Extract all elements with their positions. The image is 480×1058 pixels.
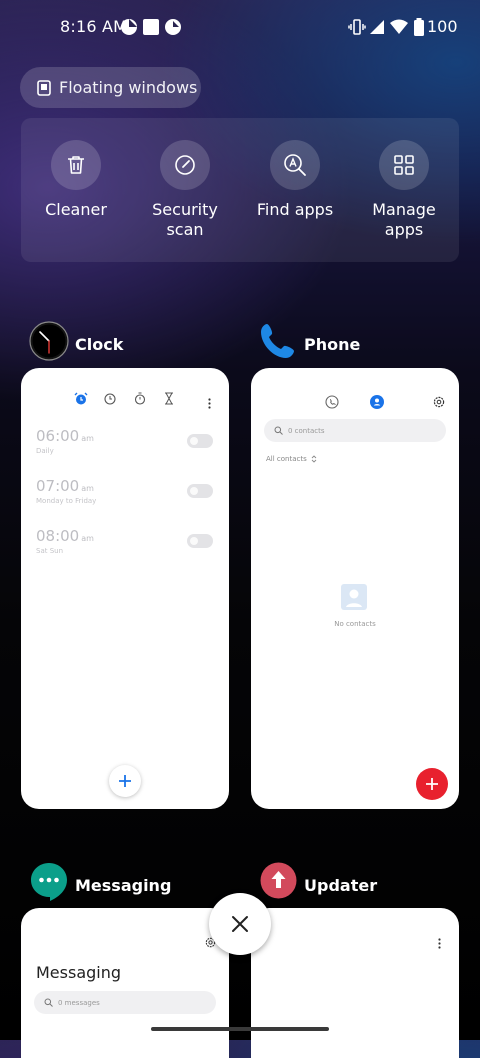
updater-app-card[interactable] (251, 908, 459, 1058)
find-apps-label: Find apps (256, 200, 334, 219)
app-notification-icon (121, 19, 137, 35)
security-scan-circle (160, 140, 210, 190)
more-options-icon[interactable] (208, 398, 211, 409)
search-icon (274, 426, 283, 435)
alarm-item[interactable]: 08:00 am Sat Sun (36, 527, 94, 555)
alarm-ampm: am (81, 534, 94, 543)
security-scan-label: Security scan (152, 200, 218, 239)
alarm-toggle[interactable] (187, 434, 213, 448)
messaging-title: Messaging (36, 963, 122, 982)
alarm-repeat: Sat Sun (36, 547, 64, 555)
contacts-search-input[interactable]: 0 contacts (264, 419, 446, 442)
alarm-time: 07:00 (36, 477, 80, 495)
grid-icon (394, 155, 414, 175)
find-apps-button[interactable]: Find apps (240, 140, 350, 220)
alarm-repeat: Daily (36, 447, 54, 455)
floating-window-icon (37, 79, 51, 96)
cleaner-button[interactable]: Cleaner (21, 140, 131, 220)
floating-windows-label: Floating windows (59, 78, 198, 97)
messages-search-placeholder: 0 messages (58, 998, 100, 1007)
manage-apps-circle (379, 140, 429, 190)
close-icon (232, 916, 248, 932)
alarm-time: 08:00 (36, 527, 80, 545)
vibrate-icon (348, 19, 366, 35)
empty-contacts-text: No contacts (334, 620, 376, 628)
plus-icon (119, 775, 131, 787)
updater-app-icon[interactable] (260, 862, 297, 899)
manage-apps-label: Manage apps (372, 200, 436, 239)
messaging-app-name: Messaging (75, 876, 172, 895)
battery-level: 100 (427, 17, 458, 36)
recents-tab-icon[interactable] (325, 395, 339, 409)
signal-icon (370, 20, 384, 34)
floating-windows-button[interactable]: Floating windows (20, 67, 201, 108)
alarm-item[interactable]: 06:00 am Daily (36, 427, 94, 455)
app-notification-icon-2 (165, 19, 181, 35)
alarm-ampm: am (81, 484, 94, 493)
add-contact-button[interactable] (416, 768, 448, 800)
cleaner-circle (51, 140, 101, 190)
battery-icon (414, 18, 424, 36)
search-icon (44, 998, 53, 1007)
contacts-tab-icon[interactable] (370, 395, 384, 409)
find-apps-icon (284, 154, 306, 176)
contacts-filter-dropdown[interactable]: All contacts (266, 455, 317, 463)
contacts-search-placeholder: 0 contacts (288, 426, 325, 435)
messaging-app-icon[interactable] (30, 862, 68, 902)
alarm-toggle[interactable] (187, 484, 213, 498)
alarm-toggle[interactable] (187, 534, 213, 548)
status-bar: 8:16 AM 100 (0, 14, 480, 42)
security-scan-icon (175, 155, 195, 175)
contacts-filter-label: All contacts (266, 455, 307, 463)
find-apps-circle (270, 140, 320, 190)
cleaner-label: Cleaner (45, 200, 107, 219)
alarm-repeat: Monday to Friday (36, 497, 97, 505)
phone-app-name: Phone (304, 335, 361, 354)
square-notification-icon (143, 19, 159, 35)
settings-gear-icon[interactable] (433, 396, 445, 408)
add-alarm-button[interactable] (109, 765, 141, 797)
manage-apps-button[interactable]: Manage apps (349, 140, 459, 240)
sort-arrows-icon (311, 455, 317, 463)
status-time: 8:16 AM (60, 17, 128, 36)
alarm-time: 06:00 (36, 427, 80, 445)
clock-app-icon[interactable] (29, 321, 69, 361)
close-all-button[interactable] (209, 893, 271, 955)
wifi-icon (390, 19, 408, 34)
alarm-tab-icon[interactable] (74, 392, 88, 406)
clock-app-name: Clock (75, 335, 124, 354)
messaging-app-card[interactable]: Messaging 0 messages (21, 908, 229, 1058)
phone-app-card[interactable]: 0 contacts All contacts No contacts (251, 368, 459, 809)
messages-search-input[interactable]: 0 messages (34, 991, 216, 1014)
updater-app-name: Updater (304, 876, 378, 895)
empty-contacts-icon (341, 584, 367, 610)
plus-icon (426, 778, 438, 790)
gesture-navigation-bar[interactable] (151, 1027, 329, 1031)
clock-app-card[interactable]: 06:00 am Daily 07:00 am Monday to Friday 0… (21, 368, 229, 809)
security-scan-button[interactable]: Security scan (130, 140, 240, 240)
alarm-item[interactable]: 07:00 am Monday to Friday (36, 477, 96, 505)
stopwatch-tab-icon[interactable] (134, 392, 146, 405)
more-options-icon[interactable] (438, 938, 441, 949)
phone-app-icon[interactable] (259, 322, 297, 360)
timer-tab-icon[interactable] (164, 392, 174, 405)
trash-icon (68, 156, 84, 174)
alarm-ampm: am (81, 434, 94, 443)
world-clock-tab-icon[interactable] (104, 393, 116, 405)
